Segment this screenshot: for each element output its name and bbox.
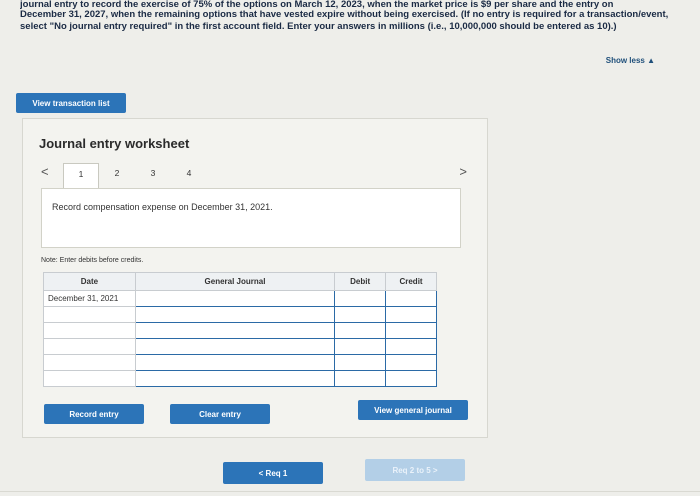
date-cell: [43, 370, 136, 387]
account-input[interactable]: [134, 290, 336, 307]
account-input[interactable]: [134, 338, 336, 355]
credit-input[interactable]: [385, 306, 437, 323]
show-less-link[interactable]: Show less ▲: [606, 56, 655, 65]
journal-entry-worksheet: Journal entry worksheet < 1 2 3 4 > Reco…: [22, 118, 488, 438]
debit-input[interactable]: [334, 322, 387, 339]
date-cell: [43, 306, 136, 323]
credit-input[interactable]: [385, 370, 437, 387]
credit-input[interactable]: [385, 354, 437, 371]
account-input[interactable]: [134, 322, 336, 339]
table-row: December 31, 2021: [43, 290, 437, 307]
date-cell: [43, 338, 136, 355]
view-transaction-list-button[interactable]: View transaction list: [16, 93, 126, 113]
table-row: [43, 338, 437, 355]
instructions-text: journal entry to record the exercise of …: [20, 0, 670, 33]
table-row: [43, 322, 437, 339]
debit-input[interactable]: [334, 290, 387, 307]
credit-header: Credit: [385, 272, 437, 291]
note-text: Note: Enter debits before credits.: [41, 257, 144, 264]
req-next-button[interactable]: Req 2 to 5 >: [365, 459, 465, 481]
debit-input[interactable]: [334, 338, 387, 355]
req-prev-button[interactable]: < Req 1: [223, 462, 323, 484]
step-tab-4[interactable]: 4: [171, 163, 207, 183]
worksheet-title: Journal entry worksheet: [39, 136, 190, 151]
prompt-text: Record compensation expense on December …: [52, 202, 273, 212]
date-cell: [43, 322, 136, 339]
prev-arrow-icon[interactable]: <: [41, 164, 49, 179]
credit-input[interactable]: [385, 338, 437, 355]
debit-input[interactable]: [334, 306, 387, 323]
step-tab-1[interactable]: 1: [63, 163, 99, 189]
step-tabs: 1 2 3 4: [63, 163, 207, 189]
next-arrow-icon[interactable]: >: [459, 164, 467, 179]
divider: [0, 491, 700, 492]
table-row: [43, 370, 437, 387]
prompt-panel: Record compensation expense on December …: [41, 188, 461, 248]
step-tab-3[interactable]: 3: [135, 163, 171, 183]
credit-input[interactable]: [385, 290, 437, 307]
debit-input[interactable]: [334, 354, 387, 371]
date-cell: [43, 354, 136, 371]
clear-entry-button[interactable]: Clear entry: [170, 404, 270, 424]
instructions-cut-line: journal entry to record the exercise of …: [20, 0, 614, 9]
table-row: [43, 306, 437, 323]
record-entry-button[interactable]: Record entry: [44, 404, 144, 424]
account-input[interactable]: [134, 306, 336, 323]
debit-header: Debit: [334, 272, 387, 291]
account-input[interactable]: [134, 354, 336, 371]
instructions-body: December 31, 2027, when the remaining op…: [20, 9, 669, 32]
table-row: [43, 354, 437, 371]
general-journal-header: General Journal: [134, 272, 336, 291]
date-header: Date: [43, 272, 136, 291]
account-input[interactable]: [134, 370, 336, 387]
debit-input[interactable]: [334, 370, 387, 387]
credit-input[interactable]: [385, 322, 437, 339]
view-general-journal-button[interactable]: View general journal: [358, 400, 468, 420]
step-tab-2[interactable]: 2: [99, 163, 135, 183]
date-cell: December 31, 2021: [43, 290, 136, 307]
journal-table: Date General Journal Debit Credit Decemb…: [43, 272, 437, 387]
